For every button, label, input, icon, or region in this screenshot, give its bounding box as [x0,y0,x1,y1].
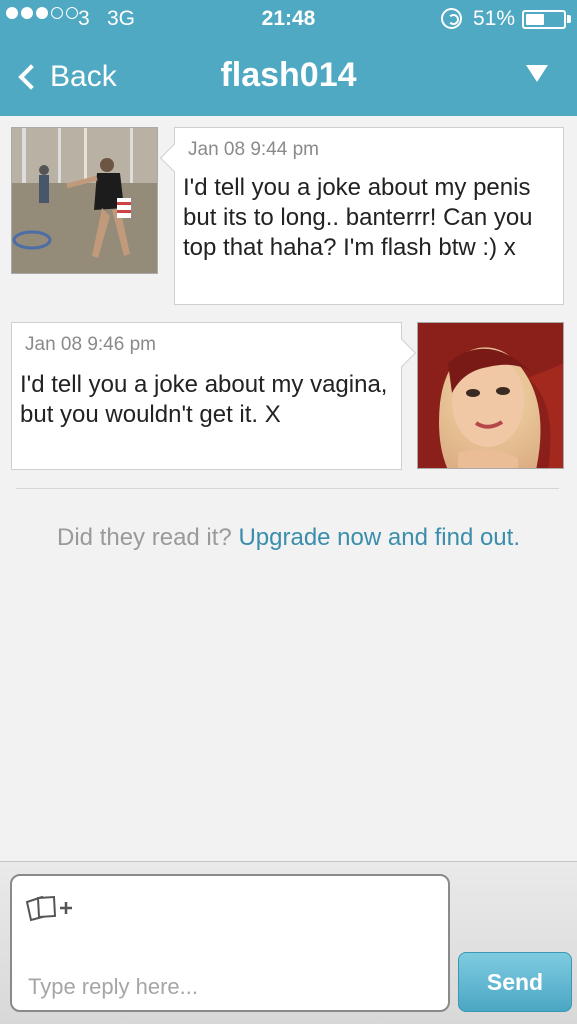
message-text: I'd tell you a joke about my vagina, but… [20,371,388,428]
reply-input[interactable] [28,972,428,1002]
divider [16,488,559,489]
battery-icon [522,10,566,29]
header-bar: 3 3G 21:48 51% Back flash014 [0,0,577,116]
message-bubble-incoming[interactable]: Jan 08 9:44 pm I'd tell you a joke about… [159,127,564,305]
message-text: I'd tell you a joke about my penis but i… [183,174,533,261]
avatar-sender[interactable] [11,127,158,274]
battery-tip [567,15,571,23]
chat-screen: 3 3G 21:48 51% Back flash014 Jan 08 9:44… [0,0,577,1024]
message-bubble-outgoing[interactable]: Jan 08 9:46 pm I'd tell you a joke about… [11,322,417,470]
add-photo-icon[interactable] [24,892,80,922]
page-title: flash014 [220,56,357,94]
message-timestamp: Jan 08 9:44 pm [188,139,319,160]
bubble-tail [387,338,417,368]
status-bar: 3 3G 21:48 51% [0,0,577,38]
upgrade-link[interactable]: Upgrade now and find out. [238,524,520,551]
message-timestamp: Jan 08 9:46 pm [25,334,156,355]
send-button[interactable]: Send [458,952,572,1012]
read-receipt-question: Did they read it? [57,524,232,551]
read-receipt-prompt: Did they read it? Upgrade now and find o… [0,524,577,552]
battery-percent: 51% [473,7,516,30]
triangle-down-icon[interactable] [526,65,548,82]
avatar-me[interactable] [417,322,564,469]
bubble-tail [159,143,189,173]
rotation-lock-icon [441,8,462,29]
